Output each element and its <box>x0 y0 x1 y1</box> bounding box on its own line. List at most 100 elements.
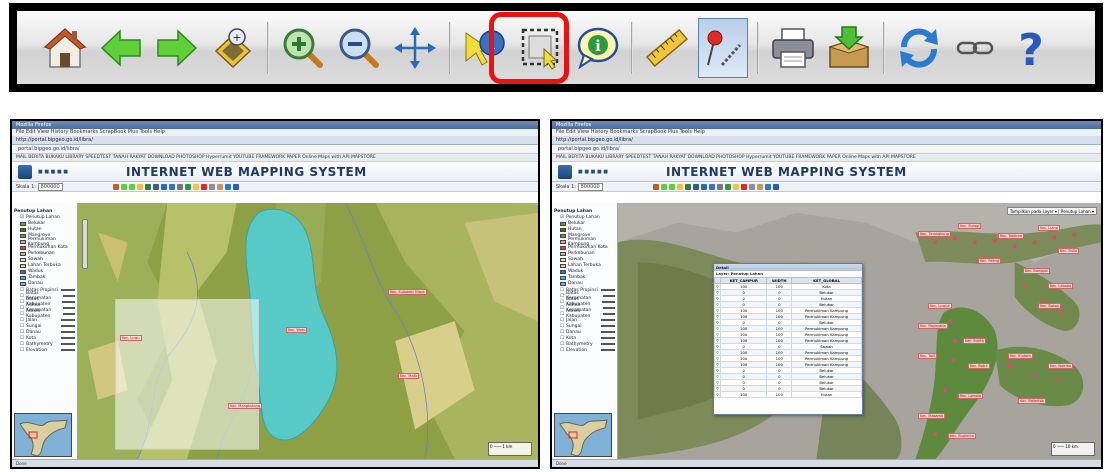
zoom-to-feature-icon[interactable]: ⚲ <box>716 392 719 397</box>
scale-value[interactable]: 800000 <box>577 182 603 191</box>
terrain-map[interactable] <box>78 203 538 459</box>
opacity-slider[interactable] <box>61 343 75 345</box>
checkbox-icon[interactable]: ☐ <box>20 348 24 353</box>
feature-info-popup[interactable]: Detail Layer: Penutup Lahan KET_CAMPUR WI… <box>713 263 863 415</box>
refresh-button[interactable] <box>894 18 944 78</box>
zoom-to-feature-icon[interactable]: ⚲ <box>716 290 719 295</box>
opacity-slider[interactable] <box>601 319 615 321</box>
opacity-slider[interactable] <box>601 331 615 333</box>
opacity-slider[interactable] <box>601 337 615 339</box>
zoom-to-feature-icon[interactable]: ⚲ <box>716 284 719 289</box>
zoom-to-extent-button[interactable]: + <box>208 18 258 78</box>
legend-layer[interactable]: ☐ Elevation <box>20 347 75 353</box>
opacity-slider[interactable] <box>61 325 75 327</box>
checkbox-icon[interactable]: ☑ <box>20 215 24 220</box>
opacity-slider[interactable] <box>601 349 615 351</box>
checkbox-icon[interactable]: ☐ <box>560 312 564 317</box>
place-marker-button[interactable] <box>698 17 748 78</box>
help-button[interactable]: ? <box>1006 18 1056 78</box>
forward-button[interactable] <box>152 18 202 78</box>
opacity-slider[interactable] <box>601 325 615 327</box>
opacity-slider[interactable] <box>602 301 615 303</box>
checkbox-icon[interactable]: ☐ <box>20 318 24 323</box>
address-bar[interactable]: portal.bipgeo.go.id/libra/ <box>552 145 1101 154</box>
scale-value[interactable]: 800000 <box>37 182 63 191</box>
zoom-to-feature-icon[interactable]: ⚲ <box>716 380 719 385</box>
info-button[interactable]: i <box>572 18 622 78</box>
table-row[interactable]: ⚲ 100 100 Hutan <box>714 391 862 398</box>
measure-button[interactable] <box>642 18 692 78</box>
opacity-slider[interactable] <box>62 295 75 297</box>
zoom-in-button[interactable] <box>278 18 328 78</box>
zoom-to-feature-icon[interactable]: ⚲ <box>716 362 719 367</box>
overview-map[interactable] <box>14 413 72 457</box>
address-bar[interactable]: portal.bipgeo.go.id/libra/ <box>12 145 538 154</box>
zoom-to-feature-icon[interactable]: ⚲ <box>716 344 719 349</box>
checkbox-icon[interactable]: ☐ <box>20 312 24 317</box>
opacity-slider[interactable] <box>602 295 615 297</box>
checkbox-icon[interactable]: ☐ <box>20 324 24 329</box>
checkbox-icon[interactable]: ☐ <box>560 348 564 353</box>
zoom-to-feature-icon[interactable]: ⚲ <box>716 320 719 325</box>
checkbox-icon[interactable]: ☑ <box>560 215 564 220</box>
checkbox-icon[interactable]: ☐ <box>560 336 564 341</box>
checkbox-icon[interactable]: ☐ <box>20 294 24 299</box>
zoom-to-feature-icon[interactable]: ⚲ <box>716 314 719 319</box>
checkbox-icon[interactable]: ☐ <box>560 300 564 305</box>
checkbox-icon[interactable]: ☐ <box>560 342 564 347</box>
opacity-slider[interactable] <box>61 331 75 333</box>
checkbox-icon[interactable]: ☐ <box>20 336 24 341</box>
opacity-slider[interactable] <box>602 313 615 315</box>
opacity-slider[interactable] <box>61 319 75 321</box>
zoom-to-feature-icon[interactable]: ⚲ <box>716 350 719 355</box>
link-button[interactable] <box>950 18 1000 78</box>
checkbox-icon[interactable]: ☐ <box>560 288 564 293</box>
checkbox-icon[interactable]: ☐ <box>560 306 564 311</box>
opacity-slider[interactable] <box>61 337 75 339</box>
checkbox-icon[interactable]: ☐ <box>560 330 564 335</box>
zoom-to-feature-icon[interactable]: ⚲ <box>716 308 719 313</box>
checkbox-icon[interactable]: ☐ <box>20 330 24 335</box>
zoom-to-feature-icon[interactable]: ⚲ <box>716 302 719 307</box>
select-box-button[interactable] <box>516 18 566 78</box>
checkbox-icon[interactable]: ☐ <box>20 342 24 347</box>
opacity-slider[interactable] <box>62 301 75 303</box>
overview-map[interactable] <box>554 413 612 457</box>
opacity-slider[interactable] <box>63 307 75 309</box>
legend-layer[interactable]: ☐ Elevation <box>560 347 615 353</box>
export-button[interactable] <box>824 18 874 78</box>
checkbox-icon[interactable]: ☐ <box>20 300 24 305</box>
home-button[interactable] <box>40 18 90 78</box>
map-view[interactable]: Tampilkan pada Layer ▾ | Penutup Lahan ▾… <box>618 203 1101 459</box>
pan-button[interactable] <box>390 18 440 78</box>
zoom-to-feature-icon[interactable]: ⚲ <box>716 368 719 373</box>
opacity-slider[interactable] <box>601 343 615 345</box>
zoom-out-button[interactable] <box>334 18 384 78</box>
browser-tab[interactable]: http://portal.bipgeo.go.id/libra/ <box>552 136 1101 145</box>
checkbox-icon[interactable]: ☐ <box>20 306 24 311</box>
print-button[interactable] <box>768 18 818 78</box>
layer-select[interactable]: Tampilkan pada Layer ▾ | Penutup Lahan ▾ <box>1006 207 1097 215</box>
zoom-slider[interactable] <box>82 219 88 269</box>
back-button[interactable] <box>96 18 146 78</box>
legend-sublayer[interactable]: ☑ Penutup Lahan <box>560 214 615 220</box>
checkbox-icon[interactable]: ☐ <box>560 294 564 299</box>
opacity-slider[interactable] <box>601 289 615 291</box>
opacity-slider[interactable] <box>61 349 75 351</box>
zoom-to-feature-icon[interactable]: ⚲ <box>716 386 719 391</box>
zoom-to-feature-icon[interactable]: ⚲ <box>716 296 719 301</box>
opacity-slider[interactable] <box>62 313 75 315</box>
opacity-slider[interactable] <box>603 307 615 309</box>
checkbox-icon[interactable]: ☐ <box>20 288 24 293</box>
checkbox-icon[interactable]: ☐ <box>560 324 564 329</box>
zoom-to-feature-icon[interactable]: ⚲ <box>716 356 719 361</box>
checkbox-icon[interactable]: ☐ <box>560 318 564 323</box>
zoom-to-feature-icon[interactable]: ⚲ <box>716 338 719 343</box>
zoom-to-feature-icon[interactable]: ⚲ <box>716 326 719 331</box>
opacity-slider[interactable] <box>61 289 75 291</box>
identify-button[interactable]: i <box>460 18 510 78</box>
zoom-to-feature-icon[interactable]: ⚲ <box>716 374 719 379</box>
legend-sublayer[interactable]: ☑ Penutup Lahan <box>20 214 75 220</box>
map-view[interactable]: Kec. Luwu Kec. Sulawesi Utara Kec. Wotu … <box>78 203 538 459</box>
zoom-to-feature-icon[interactable]: ⚲ <box>716 332 719 337</box>
